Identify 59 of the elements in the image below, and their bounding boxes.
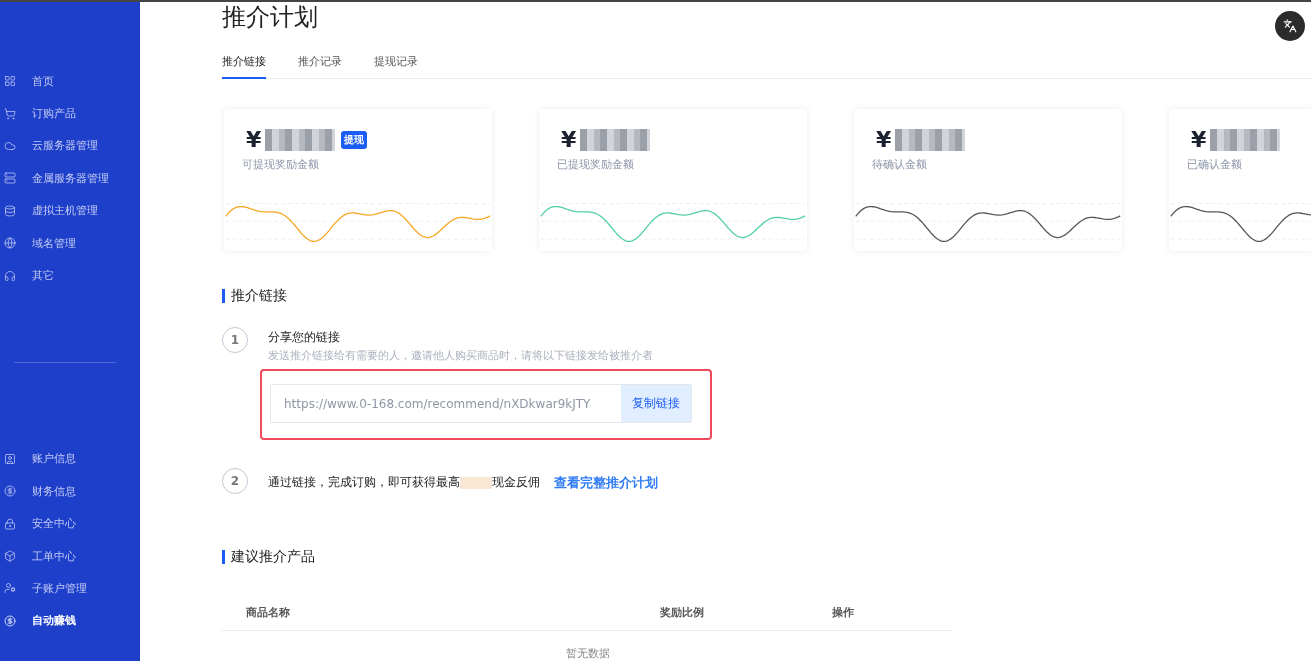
blurred-amount bbox=[1210, 128, 1281, 151]
currency-symbol: ¥ bbox=[561, 127, 577, 152]
nav-icon bbox=[4, 269, 16, 282]
blurred-amount bbox=[265, 128, 336, 151]
empty-message: 暂无数据 bbox=[564, 647, 611, 661]
page-title: 推介计划 bbox=[222, 2, 318, 32]
card-label: 已提现奖励金额 bbox=[557, 158, 635, 172]
nav-item[interactable]: 财务信息 bbox=[0, 475, 140, 508]
translate-button[interactable] bbox=[1275, 11, 1305, 41]
nav-icon bbox=[4, 614, 16, 627]
nav-icon bbox=[4, 75, 16, 88]
currency-symbol: ¥ bbox=[1191, 127, 1207, 152]
link-field[interactable]: https://www.0-168.com/recommend/nXDkwar9kJTY 复制链接 bbox=[270, 384, 692, 423]
nav-item[interactable]: 订购产品 bbox=[0, 97, 140, 130]
blurred-amount bbox=[895, 128, 966, 151]
nav-item[interactable]: 账户信息 bbox=[0, 442, 140, 476]
nav-item[interactable]: 域名管理 bbox=[0, 226, 140, 260]
blurred-amount bbox=[580, 128, 651, 151]
tab[interactable]: 提现记录 bbox=[374, 50, 418, 79]
step-text: 通过链接，完成订购，即可获得最高 bbox=[268, 474, 460, 491]
nav-icon bbox=[4, 237, 16, 250]
nav-item[interactable]: 金属服务器管理 bbox=[0, 162, 140, 195]
nav-icon bbox=[4, 582, 16, 595]
column-header: 操作 bbox=[832, 606, 855, 620]
copy-link-button[interactable]: 复制链接 bbox=[621, 385, 691, 422]
currency-symbol: ¥ bbox=[246, 127, 262, 152]
currency-symbol: ¥ bbox=[876, 127, 892, 152]
tab[interactable]: 推介链接 bbox=[222, 50, 266, 79]
nav-icon bbox=[4, 550, 16, 563]
column-header: 商品名称 bbox=[246, 606, 291, 620]
card-label: 待确认金额 bbox=[872, 158, 928, 172]
step-title: 分享您的链接 bbox=[268, 329, 341, 346]
blurred-amount bbox=[460, 476, 492, 489]
section-heading: 推介链接 bbox=[231, 287, 287, 305]
nav-item[interactable]: 云服务器管理 bbox=[0, 129, 140, 163]
section-heading: 建议推介产品 bbox=[231, 548, 315, 566]
nav-icon bbox=[4, 517, 16, 530]
nav-item[interactable]: 工单中心 bbox=[0, 539, 140, 573]
nav-icon bbox=[4, 204, 16, 217]
withdraw-button[interactable]: 提现 bbox=[341, 130, 368, 149]
tab[interactable]: 推介记录 bbox=[298, 50, 342, 79]
nav-icon bbox=[4, 452, 16, 465]
plan-link[interactable]: 查看完整推介计划 bbox=[554, 473, 658, 492]
nav-item[interactable]: 虚拟主机管理 bbox=[0, 194, 140, 227]
nav-icon bbox=[4, 172, 16, 185]
translate-icon bbox=[1283, 19, 1297, 33]
nav-icon bbox=[4, 107, 16, 120]
nav-item[interactable]: 其它 bbox=[0, 259, 140, 292]
column-header: 奖励比例 bbox=[659, 606, 705, 620]
nav-icon bbox=[4, 139, 16, 152]
step-description: 发送推介链接给有需要的人，邀请他人购买商品时，请将以下链接发给被推介者 bbox=[268, 349, 654, 363]
step-text: 现金反佣 bbox=[492, 474, 540, 491]
nav-item[interactable]: 安全中心 bbox=[0, 507, 140, 540]
nav-item[interactable]: 首页 bbox=[0, 65, 140, 98]
nav-icon bbox=[4, 485, 16, 498]
nav-item[interactable]: 子账户管理 bbox=[0, 572, 140, 605]
card-label: 已确认金额 bbox=[1187, 158, 1243, 172]
nav-item[interactable]: 自动赚钱 bbox=[0, 604, 140, 638]
card-label: 可提现奖励金额 bbox=[242, 158, 320, 172]
